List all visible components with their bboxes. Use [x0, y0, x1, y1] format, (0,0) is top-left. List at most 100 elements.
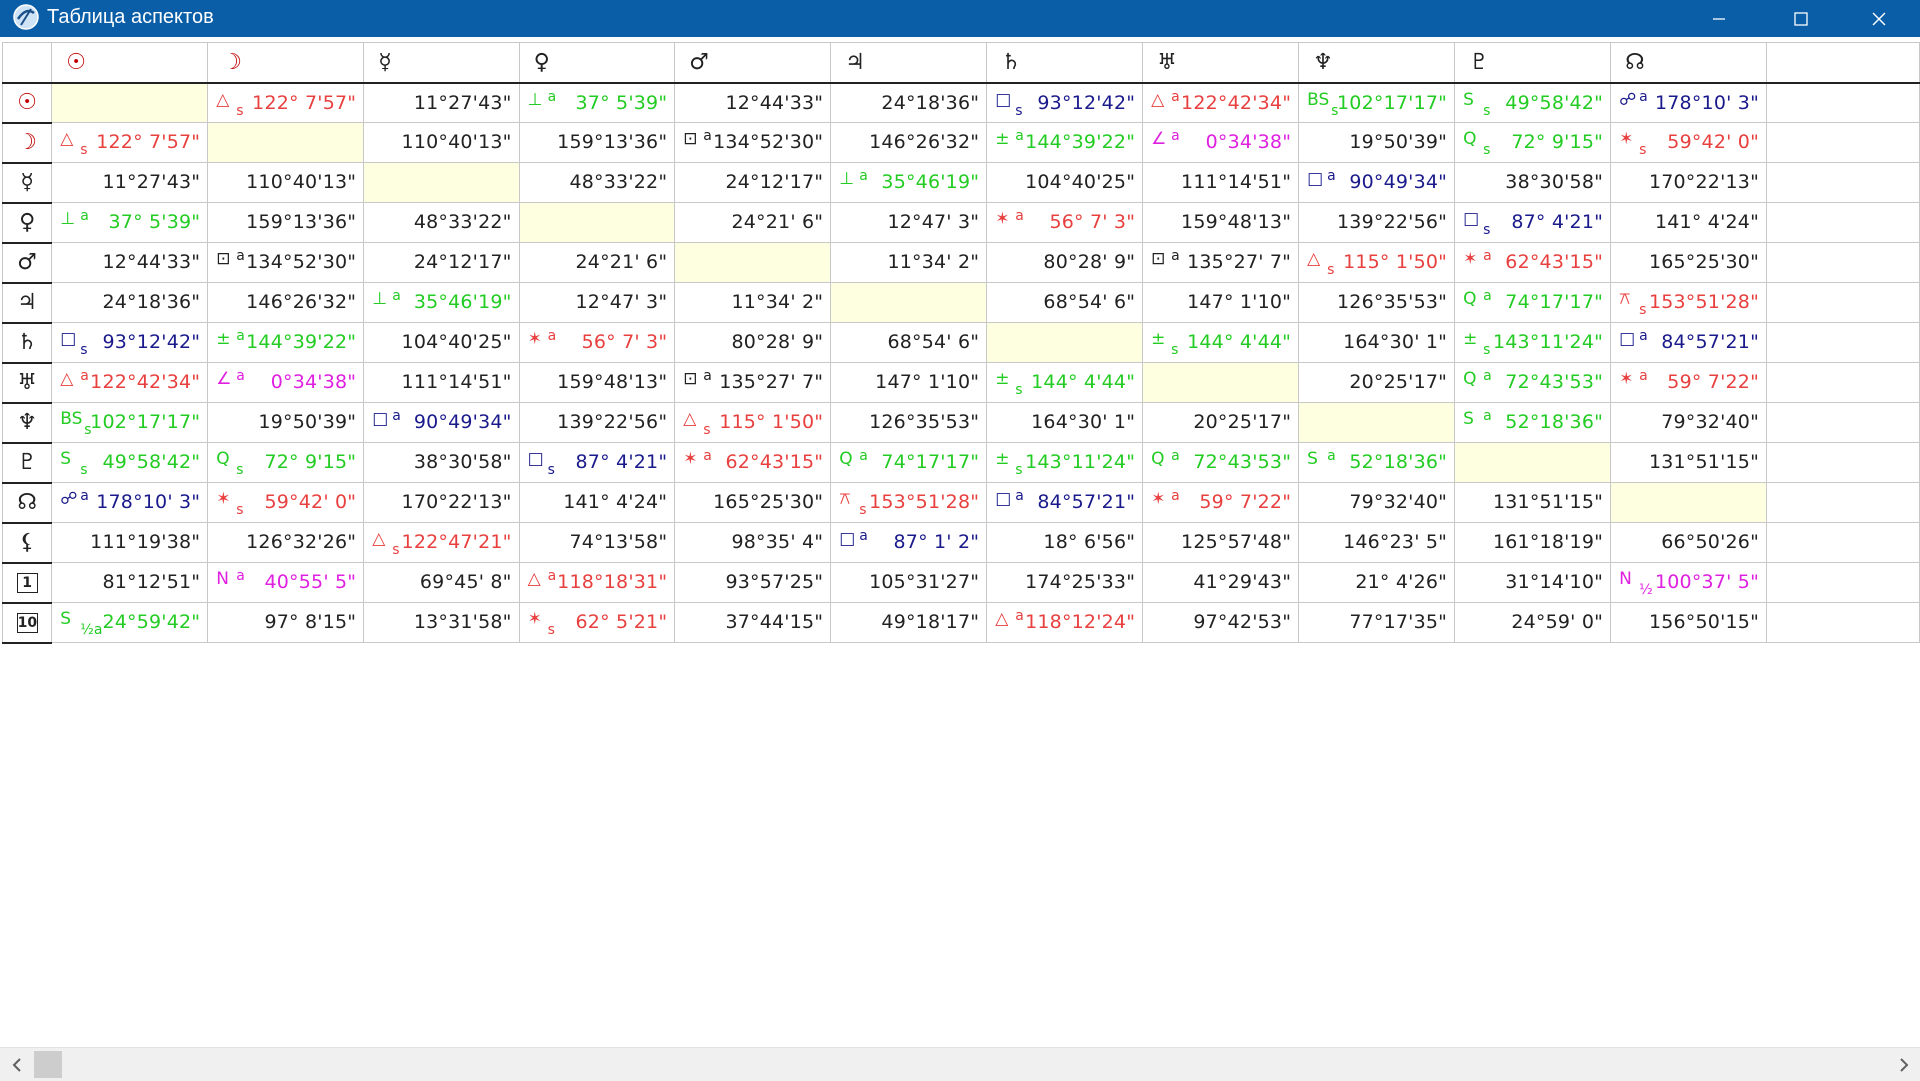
- aspect-cell[interactable]: 12°44'33": [51, 242, 209, 283]
- aspect-cell[interactable]: ✶ a 56° 7' 3": [986, 202, 1144, 243]
- aspect-cell[interactable]: ✶ a 59° 7'22": [1610, 362, 1768, 403]
- aspect-cell[interactable]: N ½ 100°37' 5": [1610, 562, 1768, 603]
- aspect-cell[interactable]: 110°40'13": [363, 122, 520, 163]
- aspect-cell[interactable]: ∠ a 0°34'38": [1142, 122, 1300, 163]
- aspect-cell[interactable]: 165°25'30": [1610, 242, 1768, 283]
- aspect-cell[interactable]: 164°30' 1": [986, 402, 1144, 443]
- diagonal-cell[interactable]: [830, 282, 988, 323]
- aspect-cell[interactable]: 20°25'17": [1298, 362, 1456, 403]
- aspect-cell[interactable]: ± s 144° 4'44": [986, 362, 1144, 403]
- column-header-mars[interactable]: ♂: [674, 42, 832, 84]
- aspect-cell[interactable]: 111°19'38": [51, 522, 209, 563]
- close-button[interactable]: [1838, 0, 1920, 37]
- aspect-cell[interactable]: 98°35' 4": [674, 522, 832, 563]
- maximize-button[interactable]: [1760, 0, 1842, 37]
- aspect-cell[interactable]: 19°50'39": [207, 402, 365, 443]
- aspect-cell[interactable]: ✶ a 62°43'15": [1454, 242, 1612, 283]
- diagonal-cell[interactable]: [674, 242, 832, 283]
- diagonal-cell[interactable]: [518, 202, 676, 243]
- aspect-cell[interactable]: 13°31'58": [363, 602, 520, 643]
- aspect-cell[interactable]: 24°18'36": [51, 282, 209, 323]
- aspect-grid-area[interactable]: ☉ ☽ ☿ ♀ ♂ ♃ ♄ ♅ ♆ ♇ ☊ ☉ △ s 122° 7'57" 11°27'43" ⊥ a 37° …: [0, 37, 1920, 1047]
- aspect-cell[interactable]: 79°32'40": [1610, 402, 1768, 443]
- diagonal-cell[interactable]: [51, 82, 209, 123]
- aspect-cell[interactable]: 68°54' 6": [986, 282, 1144, 323]
- aspect-cell[interactable]: ☍ a 178°10' 3": [51, 482, 209, 523]
- row-header-pluto[interactable]: ♇: [1, 442, 53, 484]
- aspect-cell[interactable]: Qa 74°17'17": [1454, 282, 1612, 323]
- aspect-cell[interactable]: 126°35'53": [1298, 282, 1456, 323]
- aspect-cell[interactable]: ⚻ s 153°51'28": [1610, 282, 1768, 323]
- aspect-cell[interactable]: Qs 72° 9'15": [1454, 122, 1612, 163]
- aspect-cell[interactable]: △ a 118°18'31": [518, 562, 676, 603]
- aspect-cell[interactable]: 141° 4'24": [518, 482, 676, 523]
- aspect-cell[interactable]: 139°22'56": [1298, 202, 1456, 243]
- aspect-cell[interactable]: 20°25'17": [1142, 402, 1300, 443]
- aspect-cell[interactable]: Ss 49°58'42": [1454, 82, 1612, 123]
- aspect-cell[interactable]: ✶ s 59°42' 0": [207, 482, 365, 523]
- aspect-cell[interactable]: 11°27'43": [363, 82, 520, 123]
- aspect-cell[interactable]: BS s 102°17'17": [1298, 82, 1456, 123]
- aspect-cell[interactable]: 159°13'36": [518, 122, 676, 163]
- row-header-uranus[interactable]: ♅: [1, 362, 53, 404]
- aspect-cell[interactable]: 66°50'26": [1610, 522, 1768, 563]
- column-header-moon[interactable]: ☽: [207, 42, 365, 84]
- column-header-pluto[interactable]: ♇: [1454, 42, 1612, 84]
- aspect-cell[interactable]: △ s 122° 7'57": [51, 122, 209, 163]
- aspect-cell[interactable]: ☍ a 178°10' 3": [1610, 82, 1768, 123]
- aspect-cell[interactable]: 68°54' 6": [830, 322, 988, 363]
- row-header-sun[interactable]: ☉: [1, 82, 53, 124]
- aspect-cell[interactable]: ± s 144° 4'44": [1142, 322, 1300, 363]
- aspect-cell[interactable]: 38°30'58": [1454, 162, 1612, 203]
- aspect-cell[interactable]: 105°31'27": [830, 562, 988, 603]
- aspect-cell[interactable]: □ s 93°12'42": [51, 322, 209, 363]
- aspect-cell[interactable]: △ a 122°42'34": [51, 362, 209, 403]
- aspect-cell[interactable]: Ss 49°58'42": [51, 442, 209, 483]
- aspect-cell[interactable]: 97°42'53": [1142, 602, 1300, 643]
- aspect-cell[interactable]: Sa 52°18'36": [1454, 402, 1612, 443]
- scrollbar-thumb[interactable]: [34, 1051, 62, 1078]
- aspect-cell[interactable]: 141° 4'24": [1610, 202, 1768, 243]
- aspect-cell[interactable]: ∠ a 0°34'38": [207, 362, 365, 403]
- row-header-house-10[interactable]: 10: [1, 602, 53, 644]
- aspect-cell[interactable]: 81°12'51": [51, 562, 209, 603]
- aspect-cell[interactable]: 159°48'13": [518, 362, 676, 403]
- aspect-cell[interactable]: 97° 8'15": [207, 602, 365, 643]
- aspect-cell[interactable]: ⊥ a 35°46'19": [363, 282, 520, 323]
- aspect-cell[interactable]: ⊡ a 135°27' 7": [674, 362, 832, 403]
- aspect-cell[interactable]: 24°12'17": [363, 242, 520, 283]
- aspect-cell[interactable]: 131°51'15": [1454, 482, 1612, 523]
- aspect-cell[interactable]: 38°30'58": [363, 442, 520, 483]
- aspect-cell[interactable]: ⊡ a 135°27' 7": [1142, 242, 1300, 283]
- scroll-right-button[interactable]: [1887, 1048, 1920, 1081]
- diagonal-cell[interactable]: [1610, 482, 1768, 523]
- row-header-jupiter[interactable]: ♃: [1, 282, 53, 324]
- aspect-cell[interactable]: 156°50'15": [1610, 602, 1768, 643]
- aspect-cell[interactable]: Sa 52°18'36": [1298, 442, 1456, 483]
- aspect-cell[interactable]: □ a 84°57'21": [1610, 322, 1768, 363]
- column-header-sun[interactable]: ☉: [51, 42, 209, 84]
- column-header-neptune[interactable]: ♆: [1298, 42, 1456, 84]
- aspect-cell[interactable]: 111°14'51": [1142, 162, 1300, 203]
- aspect-cell[interactable]: ± s 143°11'24": [1454, 322, 1612, 363]
- aspect-cell[interactable]: ± s 143°11'24": [986, 442, 1144, 483]
- aspect-cell[interactable]: △ s 115° 1'50": [1298, 242, 1456, 283]
- aspect-cell[interactable]: Na 40°55' 5": [207, 562, 365, 603]
- aspect-cell[interactable]: BS s 102°17'17": [51, 402, 209, 443]
- aspect-cell[interactable]: 80°28' 9": [674, 322, 832, 363]
- aspect-cell[interactable]: Qa 72°43'53": [1454, 362, 1612, 403]
- scroll-left-button[interactable]: [0, 1048, 33, 1081]
- column-header-uranus[interactable]: ♅: [1142, 42, 1300, 84]
- diagonal-cell[interactable]: [363, 162, 520, 203]
- aspect-cell[interactable]: 139°22'56": [518, 402, 676, 443]
- aspect-cell[interactable]: 37°44'15": [674, 602, 832, 643]
- column-header-jupiter[interactable]: ♃: [830, 42, 988, 84]
- aspect-cell[interactable]: ✶ s 62° 5'21": [518, 602, 676, 643]
- aspect-cell[interactable]: 93°57'25": [674, 562, 832, 603]
- aspect-cell[interactable]: 79°32'40": [1298, 482, 1456, 523]
- aspect-cell[interactable]: 174°25'33": [986, 562, 1144, 603]
- aspect-cell[interactable]: ✶ a 59° 7'22": [1142, 482, 1300, 523]
- row-header-neptune[interactable]: ♆: [1, 402, 53, 444]
- column-header-venus[interactable]: ♀: [518, 42, 676, 84]
- minimize-button[interactable]: [1678, 0, 1760, 37]
